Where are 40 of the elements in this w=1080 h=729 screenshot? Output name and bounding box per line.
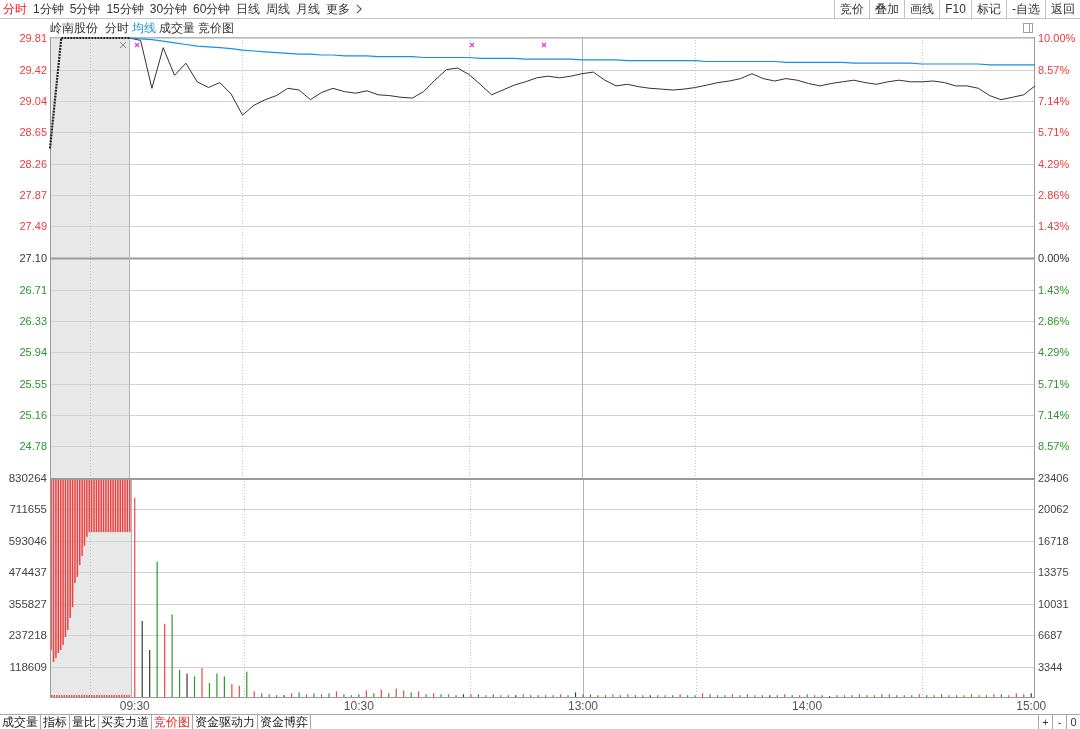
- legend-label: 成交量: [159, 19, 195, 37]
- percent-axis-label: 8.57%: [1038, 62, 1070, 77]
- volume-axis-label: 711655: [9, 502, 47, 517]
- volume-axis-label: 118609: [9, 659, 47, 674]
- price-axis-label: 25.55: [19, 376, 47, 391]
- price-axis-label: 28.65: [19, 125, 47, 140]
- percent-axis-label: 1.43%: [1038, 219, 1070, 234]
- percent-axis-label: 7.14%: [1038, 408, 1070, 423]
- price-axis-label: 25.94: [19, 345, 47, 360]
- price-axis-label: 27.49: [19, 219, 47, 234]
- percent-axis-label: 4.29%: [1038, 345, 1070, 360]
- volume-axis-label: 474437: [8, 565, 47, 580]
- volume-axis-label: 593046: [8, 533, 47, 548]
- percent-axis-label: 2.86%: [1038, 188, 1070, 203]
- percent-axis-label: 2.86%: [1038, 313, 1070, 328]
- price-axis-label: 29.81: [19, 31, 47, 45]
- price-axis-label: 24.78: [19, 439, 47, 454]
- volume-axis-label: 237218: [8, 628, 47, 643]
- volume-axis-label: 355827: [8, 596, 47, 611]
- price-axis-label: 26.33: [19, 313, 47, 328]
- percent-axis-label: 5.71%: [1038, 125, 1070, 140]
- price-axis-label: 28.26: [19, 156, 47, 171]
- volume-axis-label: 830264: [8, 471, 47, 485]
- percent-axis-label: 4.29%: [1038, 156, 1070, 171]
- percent-axis-label: 7.14%: [1038, 93, 1070, 108]
- percent-axis-label: 0.00%: [1038, 251, 1070, 265]
- percent-axis-label: 1.43%: [1038, 282, 1070, 297]
- legend-label: 均线: [132, 19, 156, 37]
- price-axis-label: 29.42: [19, 62, 47, 77]
- price-axis-label: 26.71: [19, 282, 47, 297]
- percent-axis-label: 5.71%: [1038, 376, 1070, 391]
- legend-label: 分时: [105, 19, 129, 37]
- percent-axis-label: 10.00%: [1038, 31, 1076, 45]
- price-axis-label: 29.04: [19, 93, 47, 108]
- percent-axis-label: 8.57%: [1038, 439, 1070, 454]
- stock-name: 岭南股份: [50, 19, 98, 37]
- legend-label: 竞价图: [198, 19, 234, 37]
- price-axis-label: 25.16: [19, 408, 47, 423]
- price-axis-label: 27.87: [19, 188, 47, 203]
- price-axis-label: 27.10: [19, 251, 47, 265]
